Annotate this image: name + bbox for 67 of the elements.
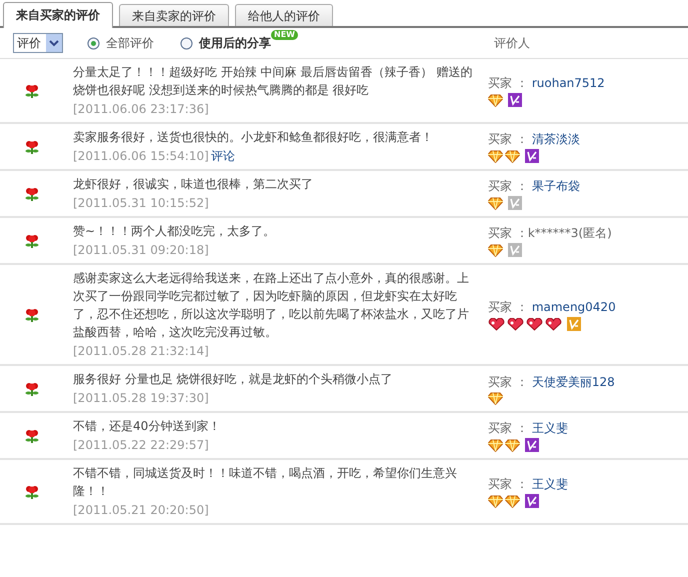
radio-label: 使用后的分享 [199, 35, 271, 52]
diamond-icon [488, 494, 503, 508]
review-time: [2011.05.22 22:29:57] [73, 437, 209, 454]
buyer-label: 买家 ： [488, 476, 528, 493]
review-comment: 不错不错，同城送货及时！！味道不错，喝点酒，开吃，希望你们生意兴隆！！ [73, 465, 458, 500]
radio-option[interactable]: 全部评价 [87, 34, 154, 52]
buyer-label: 买家 ： [488, 225, 528, 242]
tab[interactable]: 来自卖家的评价 [119, 4, 229, 26]
flower-icon [24, 186, 40, 202]
diamond-icon [488, 438, 503, 452]
radio-button[interactable] [87, 36, 100, 50]
radio-label: 全部评价 [106, 35, 154, 52]
diamond-icon [488, 392, 503, 404]
diamond-icon [505, 150, 520, 162]
buyer-label: 买家 ： [488, 374, 528, 390]
diamond-icon [488, 196, 503, 210]
heart-icon [545, 318, 562, 330]
new-badge: NEW [271, 30, 298, 40]
flower-icon [24, 306, 40, 322]
diamond-icon [488, 150, 503, 162]
buyer-label: 买家 ： [488, 299, 528, 316]
buyer-label: 买家 ： [488, 75, 528, 92]
buyer-link[interactable]: 果子布袋 [532, 177, 580, 195]
tab[interactable]: 来自买家的评价 [3, 2, 113, 28]
flower-icon [24, 380, 40, 396]
diamond-icon [505, 438, 520, 452]
review-comment: 赞~！！！两个人都没吃完，太多了。 [73, 223, 276, 240]
review-time: [2011.05.21 20:20:50] [73, 502, 209, 519]
heart-icon [507, 318, 524, 330]
diamond-icon [505, 494, 520, 508]
flower-icon [24, 428, 40, 444]
comment-link[interactable]: 评论 [210, 147, 235, 165]
review-comment: 服务很好 分量也足 烧饼很好吃，就是龙虾的个头稍微小点了 [73, 371, 394, 388]
flower-icon [24, 138, 40, 154]
review-time: [2011.05.28 21:32:14] [73, 343, 209, 360]
heart-icon [488, 318, 505, 330]
buyer-label: 买家 ： [488, 131, 528, 148]
review-comment: 分量太足了！！！超级好吃 开始辣 中间麻 最后唇齿留香（辣子香） 赠送的烧饼也很好呢 没想到送来的时候热气腾腾的都是 很好吃 [73, 64, 474, 99]
buyer-name: k******3(匿名) [528, 225, 612, 242]
radio-button[interactable] [180, 36, 193, 50]
column-heading: 评价人 [494, 35, 530, 52]
buyer-label: 买家 ： [488, 420, 528, 437]
tab[interactable]: 给他人的评价 [235, 4, 333, 26]
diamond-icon [488, 94, 503, 106]
buyer-link[interactable]: 王义斐 [532, 475, 568, 493]
review-comment: 龙虾很好，很诚实，味道也很棒，第二次买了 [73, 176, 314, 193]
review-time: [2011.05.31 09:20:18] [73, 242, 209, 259]
flower-icon [24, 232, 40, 248]
buyer-link[interactable]: 天使爱美丽128 [532, 372, 615, 390]
flower-icon [24, 82, 40, 98]
review-time: [2011.05.31 10:15:52] [73, 195, 209, 212]
diamond-icon [488, 244, 503, 256]
buyer-link[interactable]: mameng0420 [532, 298, 616, 316]
review-comment: 卖家服务很好，送货也很快的。小龙虾和鲶鱼都很好吃，很满意者！ [73, 129, 434, 146]
rating-dropdown[interactable]: 评价 [13, 33, 63, 53]
review-time: [2011.06.06 23:17:36] [73, 101, 209, 118]
caret-icon [46, 34, 62, 52]
flower-icon [24, 484, 40, 500]
heart-icon [526, 318, 543, 330]
review-time: [2011.05.28 19:37:30] [73, 390, 209, 407]
buyer-link[interactable]: 王义斐 [532, 419, 568, 437]
buyer-link[interactable]: 清茶淡淡 [532, 130, 580, 148]
review-comment: 感谢卖家这么大老远得给我送来，在路上还出了点小意外，真的很感谢。上次买了一份跟同学吃完都过敏了，因为吃虾脑的原因，但龙虾实在太好吃了，忍不住还想吃，所以这次学聪明了，吃以前先喝了杯浓盐水，又吃了片盐酸西替，哈哈，这次吃完没再过敏。 [73, 270, 470, 341]
review-time: [2011.06.06 15:54:10] [73, 148, 209, 165]
buyer-label: 买家 ： [488, 178, 528, 195]
buyer-link[interactable]: ruohan7512 [532, 74, 605, 92]
review-comment: 不错，还是40分钟送到家！ [73, 418, 222, 435]
